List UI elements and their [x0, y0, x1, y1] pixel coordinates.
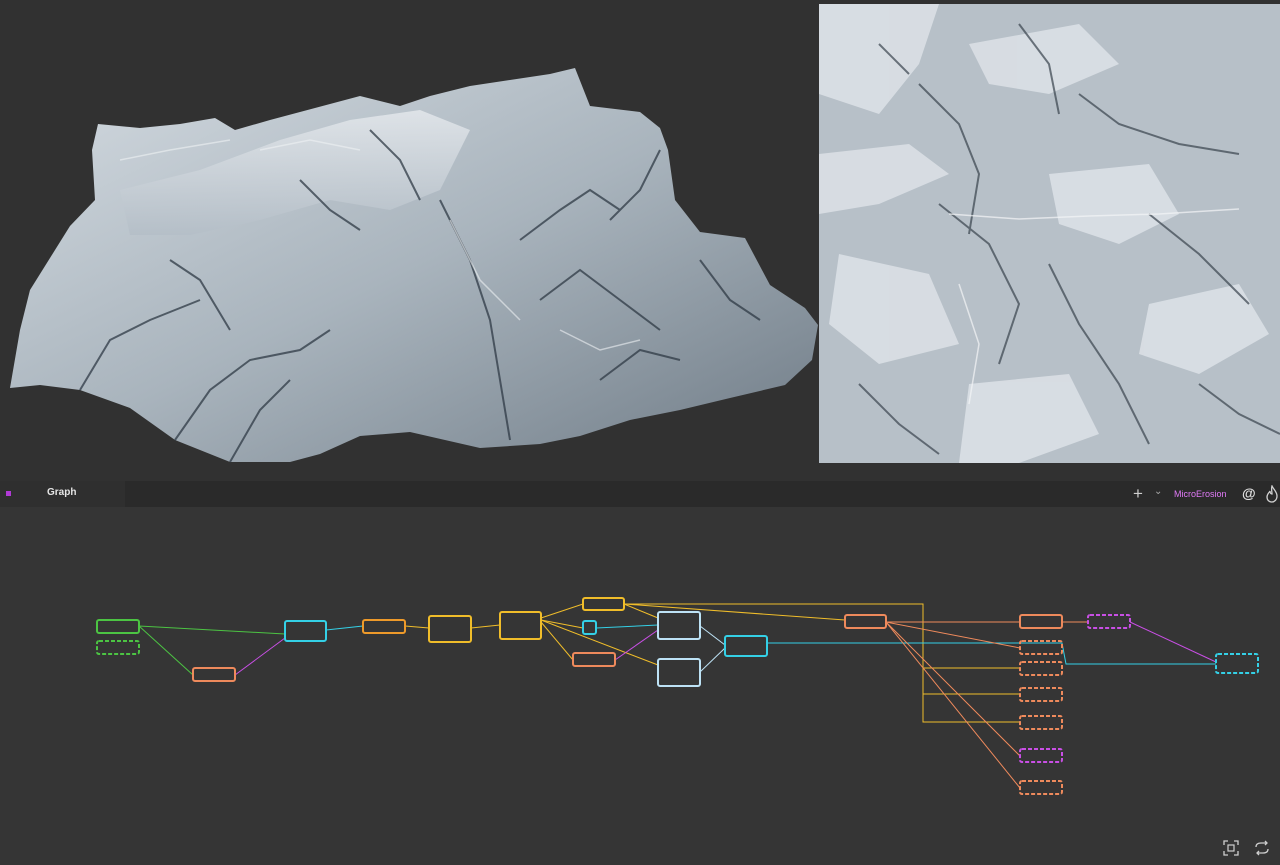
connection-wire	[614, 629, 659, 661]
graph-node-orange-3[interactable]	[572, 652, 616, 667]
connection-wire	[885, 621, 1021, 649]
graph-node-yellow-small[interactable]	[582, 597, 625, 611]
connection-wire	[540, 621, 574, 661]
graph-node-cyan[interactable]	[284, 620, 327, 642]
graph-node-lightblue[interactable]	[657, 611, 701, 640]
graph-node-orange-2[interactable]	[362, 619, 406, 634]
graph-node-orange-4[interactable]	[844, 614, 887, 629]
connection-wire	[325, 625, 364, 631]
frame-icon[interactable]	[1223, 840, 1239, 856]
connection-wire	[404, 625, 430, 629]
graph-node-orange-5[interactable]	[1019, 614, 1063, 629]
connection-wire	[234, 637, 286, 676]
connection-wire	[470, 624, 501, 629]
graph-node-yellow-large[interactable]	[428, 615, 472, 643]
graph-tabbar: Graph + ⌄ MicroErosion @	[0, 481, 1280, 507]
node-graph-canvas[interactable]	[0, 507, 1280, 865]
graph-node-output-orange-3[interactable]	[1019, 687, 1063, 702]
plus-icon[interactable]: +	[1133, 485, 1143, 502]
connection-wire	[699, 625, 726, 646]
terrain-3d-viewport[interactable]	[0, 0, 818, 481]
graph-node-output-orange-4[interactable]	[1019, 715, 1063, 730]
connection-wire	[699, 647, 726, 673]
connection-wire	[540, 619, 584, 629]
chevron-down-icon[interactable]: ⌄	[1154, 486, 1162, 497]
graph-node-cyan-2[interactable]	[724, 635, 768, 657]
graph-node-lightblue-2[interactable]	[657, 658, 701, 687]
tab-graph-label: Graph	[47, 487, 77, 498]
graph-node-output-cyan[interactable]	[1215, 653, 1259, 674]
connection-wire	[540, 603, 584, 619]
graph-node-cyan-small[interactable]	[582, 620, 597, 635]
graph-node-input-green[interactable]	[96, 619, 140, 634]
graph-node-yellow-large-2[interactable]	[499, 611, 542, 640]
graph-node-orange[interactable]	[192, 667, 236, 682]
graph-node-output-orange-5[interactable]	[1019, 780, 1063, 795]
connection-wire	[1129, 621, 1217, 663]
connection-wire	[767, 642, 1216, 665]
connection-wire	[138, 625, 194, 676]
tab-indicator-dot	[6, 491, 11, 496]
graph-node-output-magenta[interactable]	[1019, 748, 1063, 763]
tab-graph[interactable]: Graph	[0, 481, 125, 507]
flame-icon[interactable]	[1265, 485, 1279, 503]
active-graph-selector[interactable]: MicroErosion	[1174, 489, 1227, 499]
connection-wire	[138, 625, 286, 635]
at-icon[interactable]: @	[1242, 485, 1256, 501]
graph-node-output-orange-2[interactable]	[1019, 661, 1063, 676]
connection-wire	[885, 621, 1021, 789]
connection-wire	[885, 621, 1021, 757]
graph-node-input-green-disabled[interactable]	[96, 640, 140, 655]
refresh-icon[interactable]	[1254, 840, 1270, 856]
heightmap-2d-viewport[interactable]	[819, 4, 1280, 463]
connection-wire	[595, 624, 659, 629]
graph-node-magenta-dashed[interactable]	[1087, 614, 1131, 629]
viewport-panel	[0, 0, 1280, 481]
